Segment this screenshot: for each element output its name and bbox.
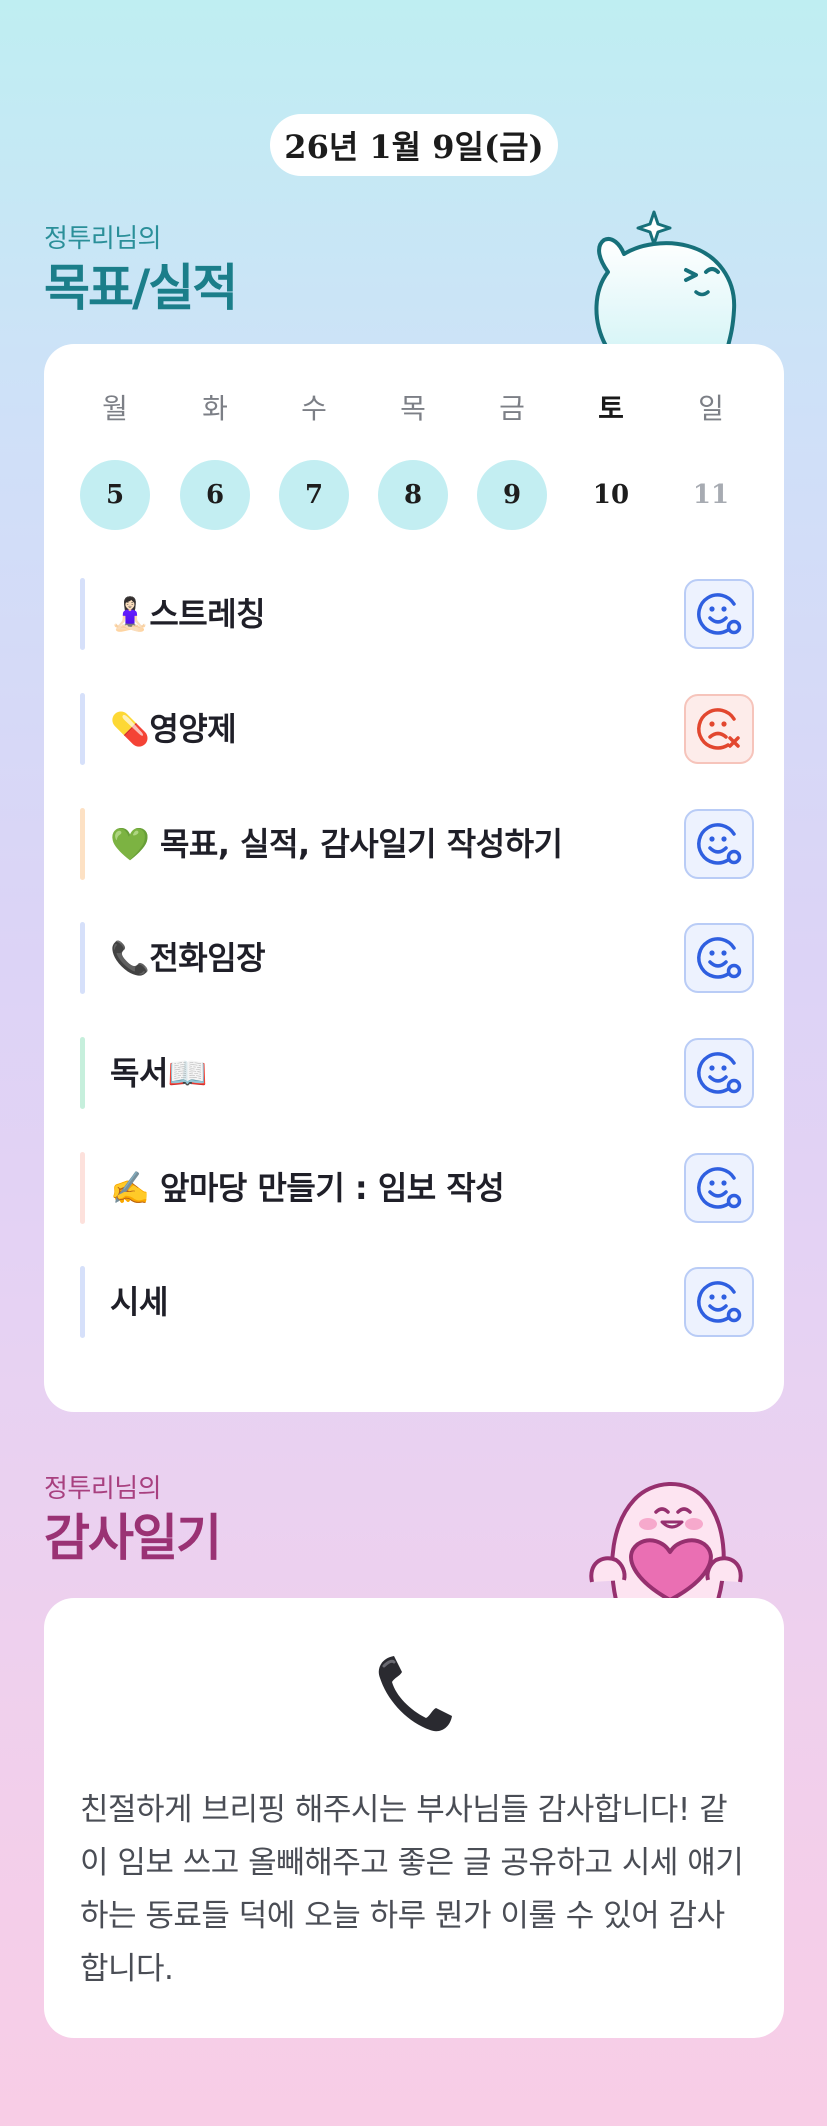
goal-label: 시세 xyxy=(110,1283,168,1321)
goal-item-supplements: 💊영양제 xyxy=(80,693,754,765)
goals-section-title: 목표/실적 xyxy=(44,259,238,317)
date-pill[interactable]: 26년 1월 9일(금) xyxy=(270,114,558,176)
day-number: 8 xyxy=(378,460,448,530)
goal-label: 🧘🏻‍♀️스트레칭 xyxy=(110,595,266,633)
goal-status-button[interactable] xyxy=(684,809,754,879)
day-name: 수 xyxy=(301,392,327,425)
goal-item-market-price: 시세 xyxy=(80,1266,754,1338)
day-number: 11 xyxy=(692,480,730,510)
goals-card: 월 5 화 6 수 7 목 8 금 9 토 10 일 11 🧘🏻‍♀️스트레칭 xyxy=(44,344,784,1412)
goal-item-report: ✍️ 앞마당 만들기 : 임보 작성 xyxy=(80,1152,754,1224)
day-name: 토 xyxy=(598,392,624,425)
day-column-fri[interactable]: 금 9 xyxy=(477,392,547,530)
goal-status-button[interactable] xyxy=(684,579,754,649)
day-name: 월 xyxy=(102,392,128,425)
day-column-mon[interactable]: 월 5 xyxy=(80,392,150,530)
day-number: 5 xyxy=(80,460,150,530)
day-column-sat[interactable]: 토 10 xyxy=(576,392,646,530)
waving-mascot-icon xyxy=(594,210,737,346)
goal-bar xyxy=(80,693,85,765)
day-column-tue[interactable]: 화 6 xyxy=(180,392,250,530)
goal-label: 💊영양제 xyxy=(110,710,237,748)
goal-label: 독서📖 xyxy=(110,1054,208,1092)
goal-item-phone-survey: 📞전화임장 xyxy=(80,922,754,994)
day-column-wed[interactable]: 수 7 xyxy=(279,392,349,530)
day-column-sun[interactable]: 일 11 xyxy=(676,392,746,530)
smile-check-icon xyxy=(697,1052,742,1094)
goal-item-writing: 💚 목표, 실적, 감사일기 작성하기 xyxy=(80,808,754,880)
date-label: 26년 1월 9일(금) xyxy=(284,128,544,166)
diary-section-title: 감사일기 xyxy=(44,1509,222,1567)
goal-status-button[interactable] xyxy=(684,923,754,993)
goal-item-reading: 독서📖 xyxy=(80,1037,754,1109)
day-name: 일 xyxy=(698,392,724,425)
day-number: 10 xyxy=(592,480,630,510)
goal-bar xyxy=(80,808,85,880)
goal-label: 💚 목표, 실적, 감사일기 작성하기 xyxy=(110,825,563,863)
heart-mascot-icon xyxy=(589,1482,743,1600)
smile-check-icon xyxy=(697,823,742,865)
smile-check-icon xyxy=(697,937,742,979)
smile-check-icon xyxy=(697,1167,742,1209)
diary-text: 친절하게 브리핑 해주시는 부사님들 감사합니다! 같이 임보 쓰고 올빼해주고… xyxy=(80,1792,744,1987)
day-number: 7 xyxy=(279,460,349,530)
goal-label: ✍️ 앞마당 만들기 : 임보 작성 xyxy=(110,1169,505,1207)
sad-x-icon xyxy=(697,708,740,750)
day-name: 금 xyxy=(499,392,525,425)
goal-status-button[interactable] xyxy=(684,1038,754,1108)
day-number: 9 xyxy=(477,460,547,530)
day-name: 화 xyxy=(202,392,228,425)
day-number: 6 xyxy=(180,460,250,530)
goal-bar xyxy=(80,1152,85,1224)
goal-status-button[interactable] xyxy=(684,694,754,764)
goal-item-stretching: 🧘🏻‍♀️스트레칭 xyxy=(80,578,754,650)
day-column-thu[interactable]: 목 8 xyxy=(378,392,448,530)
goal-bar xyxy=(80,1037,85,1109)
goal-label: 📞전화임장 xyxy=(110,939,266,977)
week-calendar: 월 5 화 6 수 7 목 8 금 9 토 10 일 11 xyxy=(80,392,770,530)
goal-bar xyxy=(80,578,85,650)
goal-bar xyxy=(80,1266,85,1338)
smile-check-icon xyxy=(697,1281,742,1323)
diary-card: 친절하게 브리핑 해주시는 부사님들 감사합니다! 같이 임보 쓰고 올빼해주고… xyxy=(44,1598,784,2038)
goal-status-button[interactable] xyxy=(684,1153,754,1223)
day-name: 목 xyxy=(400,392,426,425)
telephone-receiver-icon xyxy=(378,1656,452,1732)
goal-status-button[interactable] xyxy=(684,1267,754,1337)
smile-check-icon xyxy=(697,593,742,635)
goal-bar xyxy=(80,922,85,994)
